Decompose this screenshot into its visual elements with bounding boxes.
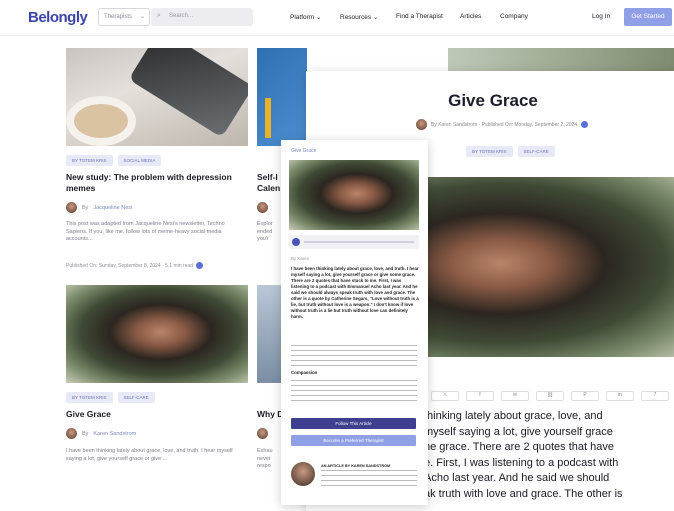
info-icon: [581, 121, 589, 128]
get-started-button[interactable]: Get Started: [624, 8, 672, 26]
nav-company[interactable]: Company: [500, 13, 528, 20]
author-prefix: By: [82, 430, 89, 437]
avatar: [257, 428, 268, 439]
avatar: [257, 202, 268, 213]
author-card-label: AN ARTICLE BY KAREN SANDSTROM: [321, 464, 391, 468]
article-title: Give Grace: [448, 91, 538, 110]
card-excerpt: This post was adapted from Jacqueline Ne…: [66, 221, 225, 242]
play-icon[interactable]: [292, 238, 300, 246]
share-email-icon[interactable]: ✉: [501, 391, 529, 401]
card-title[interactable]: New study: The problem with depression m…: [66, 172, 246, 194]
share-facebook-icon[interactable]: f: [466, 391, 494, 401]
mobile-hero-image: [289, 160, 419, 230]
tag[interactable]: BY TOTEM KRIS: [466, 146, 513, 157]
article-mobile-view: Give Grace By Karen I have been thinking…: [281, 140, 428, 505]
nav-resources[interactable]: Resources ⌄: [340, 13, 378, 21]
coffee-cup-graphic: [66, 96, 136, 146]
article-body: thinking lately about grace, love, and m…: [424, 410, 623, 500]
mobile-paragraph-lines: [291, 345, 417, 367]
card-tags: BY TOTEM KRIS SOCIAL MEDIA: [66, 155, 162, 166]
share-pinterest-icon[interactable]: P: [571, 391, 599, 401]
card-image-partial[interactable]: [448, 48, 674, 72]
card-excerpt-partial: Explor ended you'r: [257, 221, 273, 242]
card-author[interactable]: By Jacqueline Nesi: [66, 202, 132, 213]
card-image-phone[interactable]: [66, 48, 248, 146]
mobile-author: By Karen: [291, 256, 310, 261]
mobile-section-heading: Compassion: [291, 370, 318, 375]
card-author[interactable]: By Karen Sandstrom: [66, 428, 136, 439]
nav-find-therapist[interactable]: Find a Therapist: [396, 13, 443, 20]
share-linkedin-icon[interactable]: in: [606, 391, 634, 401]
audio-player[interactable]: [289, 235, 419, 249]
arrow-graphic: [265, 98, 271, 138]
preferred-therapist-button[interactable]: Become a Preferred Therapist: [291, 435, 416, 446]
card-excerpt-partial: Exhau never respo: [257, 448, 273, 469]
search-icon: ⌕: [157, 12, 161, 19]
tag[interactable]: SELF-CARE: [517, 146, 555, 157]
avatar: [66, 202, 77, 213]
article-byline: By Karen Sandstrom · Published On: Monda…: [416, 119, 589, 130]
card-excerpt: I have been thinking lately about grace,…: [66, 448, 233, 462]
therapist-select[interactable]: Therapists ⌄: [98, 8, 150, 26]
share-count[interactable]: 7: [641, 391, 669, 401]
author-bio-lines: [321, 470, 417, 490]
chevron-down-icon: ⌄: [139, 14, 145, 20]
avatar: [416, 119, 427, 130]
card-meta: Published On: Sunday, September 8, 2024 …: [66, 262, 203, 269]
author-name: Karen Sandstrom: [93, 430, 137, 437]
share-x-icon[interactable]: 𝕏: [431, 391, 459, 401]
card-image-challenge[interactable]: [257, 48, 307, 146]
article-tags: BY TOTEM KRIS SELF-CARE: [466, 146, 555, 157]
card-title-partial[interactable]: Why D: [257, 409, 283, 420]
phone-graphic: [128, 48, 248, 138]
tag[interactable]: SOCIAL MEDIA: [117, 155, 162, 166]
tag[interactable]: BY TOTEM KRIS: [66, 155, 113, 166]
top-nav: Belongly Therapists ⌄ ⌕ Search... Platfo…: [0, 0, 674, 36]
tag[interactable]: SELF-CARE: [117, 392, 155, 403]
mobile-breadcrumb[interactable]: Give Grace: [291, 148, 316, 154]
tag[interactable]: BY TOTEM KRIS: [66, 392, 113, 403]
search-input[interactable]: ⌕ Search...: [151, 8, 253, 26]
mobile-paragraph-lines: [291, 380, 417, 405]
author-prefix: By: [82, 204, 89, 211]
card-title-partial[interactable]: Self-l Calen: [257, 172, 280, 194]
login-link[interactable]: Log In: [592, 13, 610, 20]
card-title[interactable]: Give Grace: [66, 409, 246, 420]
card-tags: BY TOTEM KRIS SELF-CARE: [66, 392, 155, 403]
nav-platform[interactable]: Platform ⌄: [290, 13, 321, 21]
author-name: Jacqueline Nesi: [93, 204, 133, 211]
logo[interactable]: Belongly: [28, 9, 88, 26]
avatar: [66, 428, 77, 439]
read-icon: [195, 262, 203, 269]
select-value: Therapists: [104, 14, 133, 20]
share-link-icon[interactable]: ⛓: [536, 391, 564, 401]
follow-article-button[interactable]: Follow This Article: [291, 418, 416, 429]
search-placeholder: Search...: [169, 13, 194, 19]
author-avatar: [291, 462, 315, 486]
nav-articles[interactable]: Articles: [460, 13, 481, 20]
card-image-woman[interactable]: [66, 285, 248, 383]
mobile-quote: I have been thinking lately about grace,…: [291, 266, 419, 319]
audio-progress[interactable]: [304, 241, 414, 243]
